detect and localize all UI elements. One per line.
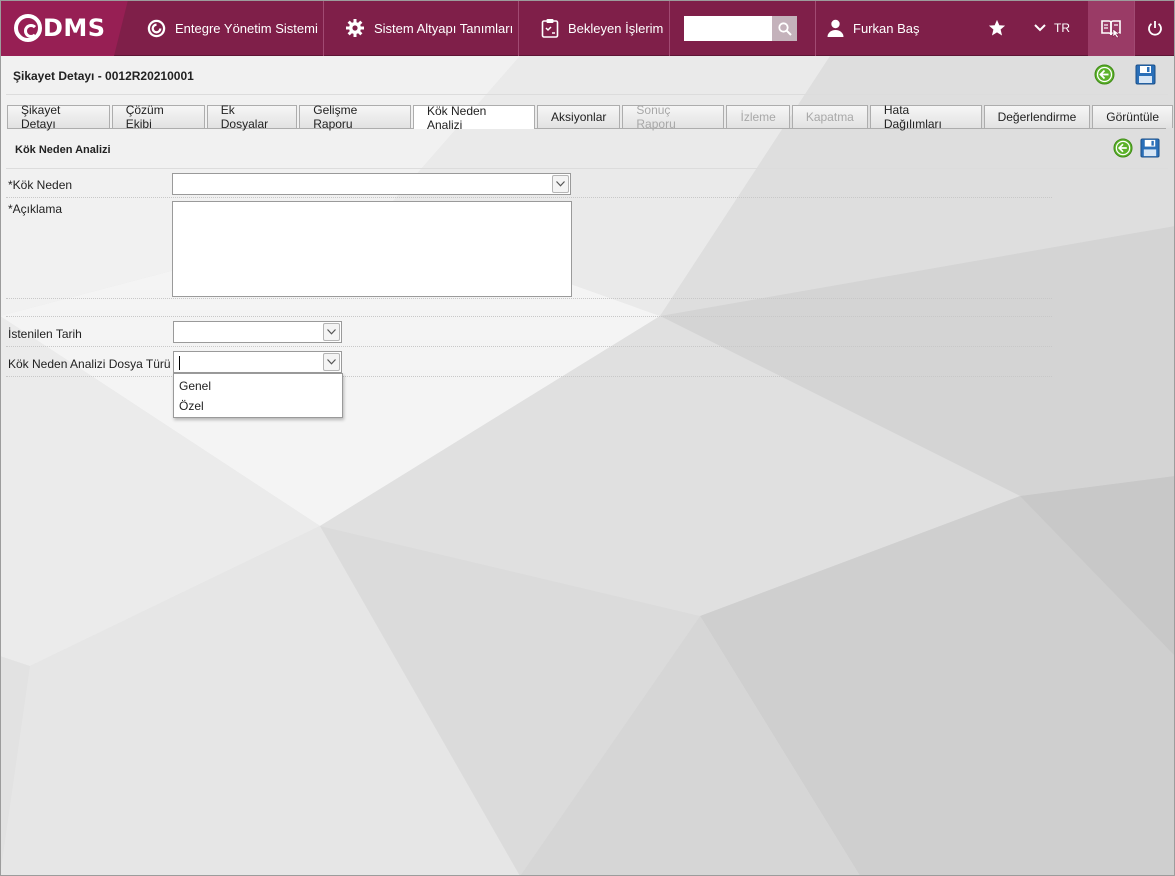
clipboard-icon	[541, 19, 559, 38]
qdms-circle-icon	[147, 19, 166, 37]
back-arrow-icon[interactable]	[1113, 138, 1133, 158]
tab-degerlendirme[interactable]: Değerlendirme	[983, 105, 1091, 128]
istenilen-tarih-picker[interactable]	[173, 321, 342, 343]
nav-divider	[518, 0, 519, 56]
divider	[6, 168, 1168, 169]
date-dropdown-toggle[interactable]	[323, 323, 340, 341]
save-disk-icon[interactable]	[1135, 64, 1156, 85]
nav-entegre-yonetim-sistemi[interactable]: Entegre Yönetim Sistemi	[147, 0, 318, 56]
chevron-down-icon	[327, 359, 336, 365]
row-separator	[6, 376, 1052, 377]
logo-q-icon	[14, 14, 42, 42]
tab-ek-dosyalar[interactable]: Ek Dosyalar	[206, 103, 298, 131]
star-icon	[988, 19, 1006, 36]
aciklama-label: *Açıklama	[8, 202, 63, 216]
nav-bekleyen-islerim[interactable]: Bekleyen İşlerim	[541, 0, 663, 56]
nav-divider	[815, 0, 816, 56]
tab-bar: Şikayet Detayı Çözüm Ekibi Ek Dosyalar G…	[7, 103, 1175, 132]
tab-sonuc-raporu: Sonuç Raporu	[622, 103, 725, 131]
nav-sistem-altyapi-tanimlari[interactable]: Sistem Altyapı Tanımları	[345, 0, 513, 56]
nav-label: Sistem Altyapı Tanımları	[374, 20, 514, 36]
help-book-button[interactable]	[1088, 0, 1134, 56]
user-name: Furkan Baş	[853, 20, 920, 36]
tab-izleme: İzleme	[726, 105, 790, 128]
back-arrow-icon[interactable]	[1094, 64, 1115, 85]
language-code: TR	[1054, 21, 1070, 35]
kok-neden-input[interactable]	[176, 176, 546, 192]
search-input[interactable]	[684, 16, 772, 41]
nav-divider	[669, 0, 670, 56]
nav-label: Entegre Yönetim Sistemi	[175, 20, 318, 36]
language-selector[interactable]: TR	[1028, 0, 1076, 56]
chevron-down-icon	[327, 329, 336, 335]
section-title: Kök Neden Analizi	[15, 144, 111, 156]
istenilen-tarih-label: İstenilen Tarih	[8, 327, 82, 341]
nav-label: Bekleyen İşlerim	[568, 20, 664, 36]
favorites-button[interactable]	[986, 0, 1008, 56]
kok-neden-select[interactable]	[172, 173, 571, 195]
text-caret	[179, 356, 180, 370]
option-genel[interactable]: Genel	[174, 376, 342, 396]
power-icon	[1148, 21, 1162, 36]
chevron-down-icon	[1034, 24, 1046, 32]
dosya-turu-select[interactable]	[173, 351, 342, 373]
save-disk-icon[interactable]	[1140, 138, 1160, 158]
search-icon	[777, 21, 792, 36]
logout-button[interactable]	[1135, 0, 1175, 56]
page-title: Şikayet Detayı - 0012R20210001	[13, 69, 194, 83]
qdms-logo[interactable]: DMS	[14, 14, 106, 42]
tab-aksiyonlar[interactable]: Aksiyonlar	[537, 105, 621, 128]
logo-text: DMS	[43, 14, 106, 42]
tab-sikayet-detayi[interactable]: Şikayet Detayı	[7, 103, 110, 131]
tab-kok-neden-analizi[interactable]: Kök Neden Analizi	[412, 104, 536, 132]
tab-goruntule[interactable]: Görüntüle	[1092, 105, 1173, 128]
nav-divider	[323, 0, 324, 56]
top-navigation-bar: DMS Entegre Yönetim Sistemi Sistem Altya…	[0, 0, 1175, 56]
dosya-turu-dropdown-toggle[interactable]	[323, 353, 340, 371]
kok-neden-dropdown-toggle[interactable]	[552, 175, 569, 193]
aciklama-textarea[interactable]	[172, 201, 572, 297]
gear-icon	[346, 19, 364, 37]
global-search	[684, 16, 797, 41]
user-icon	[827, 19, 844, 37]
tab-hata-dagilimlari[interactable]: Hata Dağılımları	[869, 103, 982, 131]
kok-neden-label: *Kök Neden	[8, 178, 73, 192]
dosya-turu-input[interactable]	[177, 354, 317, 370]
divider	[6, 94, 1168, 95]
row-separator	[6, 346, 1052, 347]
istenilen-tarih-input[interactable]	[177, 324, 317, 340]
row-separator	[6, 316, 1052, 317]
search-button[interactable]	[772, 16, 797, 41]
book-help-icon	[1101, 20, 1121, 39]
user-menu[interactable]: Furkan Baş	[827, 0, 919, 56]
tab-cozum-ekibi[interactable]: Çözüm Ekibi	[111, 103, 205, 131]
tab-gelisme-raporu[interactable]: Gelişme Raporu	[299, 103, 411, 131]
chevron-down-icon	[556, 181, 565, 187]
row-separator	[6, 197, 1052, 198]
option-ozel[interactable]: Özel	[174, 396, 342, 416]
dosya-turu-options-list: Genel Özel	[173, 373, 343, 418]
dosya-turu-label: Kök Neden Analizi Dosya Türü	[8, 357, 171, 371]
tab-kapatma: Kapatma	[791, 105, 868, 128]
row-separator	[6, 298, 1052, 299]
